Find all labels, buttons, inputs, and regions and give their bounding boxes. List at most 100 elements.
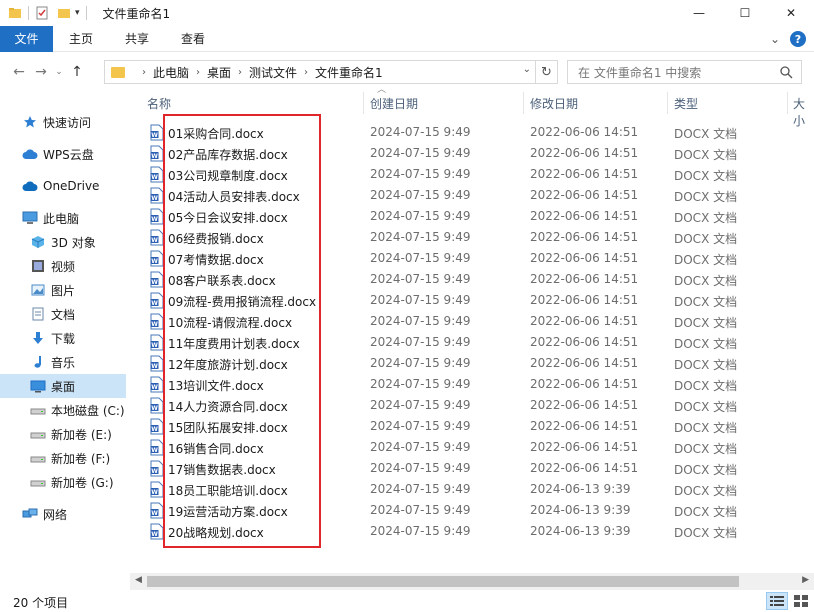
up-arrow-icon[interactable]: ↑ (66, 60, 88, 84)
table-row[interactable]: W 07考情数据.docx 2024-07-15 9:49 2022-06-06 14… (130, 248, 814, 269)
nav-item[interactable]: 网络 (0, 502, 126, 526)
address-dropdown-icon[interactable]: ⌄ (523, 64, 531, 75)
nav-item[interactable]: 下载 (0, 326, 126, 350)
column-divider[interactable] (667, 92, 668, 114)
tab-view[interactable]: 查看 (165, 26, 221, 52)
nav-item[interactable]: WPS云盘 (0, 142, 126, 166)
table-row[interactable]: W 16销售合同.docx 2024-07-15 9:49 2022-06-06 14… (130, 437, 814, 458)
table-row[interactable]: W 05今日会议安排.docx 2024-07-15 9:49 2022-06-06 … (130, 206, 814, 227)
column-divider[interactable] (787, 92, 788, 114)
nav-item[interactable]: 文档 (0, 302, 126, 326)
chevron-right-icon[interactable]: › (142, 67, 146, 78)
table-row[interactable]: W 06经费报销.docx 2024-07-15 9:49 2022-06-06 14… (130, 227, 814, 248)
back-arrow-icon[interactable]: ← (8, 60, 30, 84)
computer-icon (22, 210, 38, 226)
quick-access-dropdown-icon[interactable]: ▾ (75, 8, 80, 18)
file-modified: 2022-06-06 14:51 (530, 167, 639, 181)
tab-file[interactable]: 文件 (0, 25, 53, 52)
tab-home[interactable]: 主页 (53, 26, 109, 52)
file-type: DOCX 文档 (674, 463, 738, 477)
table-row[interactable]: W 14人力资源合同.docx 2024-07-15 9:49 2022-06-06 … (130, 395, 814, 416)
docx-file-icon: W (150, 124, 164, 141)
table-row[interactable]: W 04活动人员安排表.docx 2024-07-15 9:49 2022-06-06… (130, 185, 814, 206)
table-row[interactable]: W 20战略规划.docx 2024-07-15 9:49 2024-06-13 9:… (130, 521, 814, 542)
expand-ribbon-icon[interactable]: ⌄ (770, 32, 780, 46)
table-row[interactable]: W 09流程-费用报销流程.docx 2024-07-15 9:49 2022-06-… (130, 290, 814, 311)
table-row[interactable]: W 19运营活动方案.docx 2024-07-15 9:49 2024-06-13 … (130, 500, 814, 521)
nav-item[interactable]: 3D 对象 (0, 230, 126, 254)
column-header-type[interactable]: 类型 (674, 95, 698, 112)
nav-item[interactable]: 本地磁盘 (C:) (0, 398, 126, 422)
new-folder-icon[interactable] (57, 6, 71, 20)
large-icons-view-icon[interactable] (790, 592, 812, 610)
refresh-icon[interactable]: ↻ (535, 61, 557, 83)
horizontal-scrollbar[interactable]: ◀ ▶ (130, 573, 814, 590)
table-row[interactable]: W 02产品库存数据.docx 2024-07-15 9:49 2022-06-06 … (130, 143, 814, 164)
file-name: 03公司规章制度.docx (168, 169, 288, 183)
column-header-created[interactable]: 创建日期 (370, 95, 418, 112)
chevron-right-icon[interactable]: › (304, 67, 308, 78)
nav-item[interactable]: 此电脑 (0, 206, 126, 230)
tab-share[interactable]: 共享 (109, 26, 165, 52)
table-row[interactable]: W 11年度费用计划表.docx 2024-07-15 9:49 2022-06-06… (130, 332, 814, 353)
column-divider[interactable] (363, 92, 364, 114)
table-row[interactable]: W 10流程-请假流程.docx 2024-07-15 9:49 2022-06-06… (130, 311, 814, 332)
nav-item-label: 新加卷 (G:) (51, 475, 114, 490)
column-header-name[interactable]: 名称 (147, 95, 171, 112)
scrollbar-thumb[interactable] (147, 576, 739, 587)
file-created: 2024-07-15 9:49 (370, 314, 471, 328)
table-row[interactable]: W 01采购合同.docx 2024-07-15 9:49 2022-06-06 14… (130, 122, 814, 143)
details-view-icon[interactable] (766, 592, 788, 610)
chevron-right-icon[interactable]: › (238, 67, 242, 78)
nav-item[interactable]: 图片 (0, 278, 126, 302)
table-row[interactable]: W 15团队拓展安排.docx 2024-07-15 9:49 2022-06-06 … (130, 416, 814, 437)
docx-file-icon: W (150, 460, 164, 477)
file-modified: 2022-06-06 14:51 (530, 356, 639, 370)
table-row[interactable]: W 12年度旅游计划.docx 2024-07-15 9:49 2022-06-06 … (130, 353, 814, 374)
table-row[interactable]: W 18员工职能培训.docx 2024-07-15 9:49 2024-06-13 … (130, 479, 814, 500)
forward-arrow-icon[interactable]: → (30, 60, 52, 84)
scroll-right-icon[interactable]: ▶ (802, 575, 809, 585)
nav-item[interactable]: 新加卷 (F:) (0, 446, 126, 470)
close-button[interactable]: ✕ (768, 0, 814, 26)
nav-item[interactable]: OneDrive (0, 174, 126, 198)
nav-item[interactable]: 桌面 (0, 374, 126, 398)
scroll-left-icon[interactable]: ◀ (135, 575, 142, 585)
table-row[interactable]: W 17销售数据表.docx 2024-07-15 9:49 2022-06-06 1… (130, 458, 814, 479)
table-row[interactable]: W 08客户联系表.docx 2024-07-15 9:49 2022-06-06 1… (130, 269, 814, 290)
nav-item[interactable]: 视频 (0, 254, 126, 278)
table-row[interactable]: W 13培训文件.docx 2024-07-15 9:49 2022-06-06 14… (130, 374, 814, 395)
chevron-right-icon[interactable]: › (196, 67, 200, 78)
nav-item[interactable]: 新加卷 (G:) (0, 470, 126, 494)
star-icon (22, 114, 38, 130)
item-count: 20 个项目 (13, 596, 69, 610)
breadcrumb-desktop[interactable]: 桌面 (207, 64, 231, 81)
nav-item[interactable]: 新加卷 (E:) (0, 422, 126, 446)
folder-icon[interactable] (8, 6, 22, 20)
recent-locations-icon[interactable]: ⌄ (52, 60, 66, 84)
column-header-modified[interactable]: 修改日期 (530, 95, 578, 112)
file-modified: 2022-06-06 14:51 (530, 146, 639, 160)
help-icon[interactable]: ? (790, 31, 806, 47)
address-bar[interactable]: › 此电脑 › 桌面 › 测试文件 › 文件重命名1 ⌄ ↻ (104, 60, 558, 84)
breadcrumb-current-folder[interactable]: 文件重命名1 (315, 64, 383, 81)
breadcrumb-this-pc[interactable]: 此电脑 (153, 64, 189, 81)
file-modified: 2024-06-13 9:39 (530, 482, 631, 496)
file-created: 2024-07-15 9:49 (370, 524, 471, 538)
file-name: 01采购合同.docx (168, 127, 264, 141)
minimize-button[interactable]: — (676, 0, 722, 26)
docx-file-icon: W (150, 439, 164, 456)
drive-icon (30, 450, 46, 466)
properties-icon[interactable] (35, 6, 49, 20)
file-created: 2024-07-15 9:49 (370, 209, 471, 223)
file-type: DOCX 文档 (674, 211, 738, 225)
file-created: 2024-07-15 9:49 (370, 482, 471, 496)
table-row[interactable]: W 03公司规章制度.docx 2024-07-15 9:49 2022-06-06 … (130, 164, 814, 185)
search-input[interactable]: 在 文件重命名1 中搜索 (567, 60, 802, 84)
nav-item[interactable]: 音乐 (0, 350, 126, 374)
nav-item[interactable]: 快速访问 (0, 110, 126, 134)
search-icon[interactable] (779, 65, 793, 79)
column-divider[interactable] (523, 92, 524, 114)
maximize-button[interactable]: ☐ (722, 0, 768, 26)
breadcrumb-test-files[interactable]: 测试文件 (249, 64, 297, 81)
